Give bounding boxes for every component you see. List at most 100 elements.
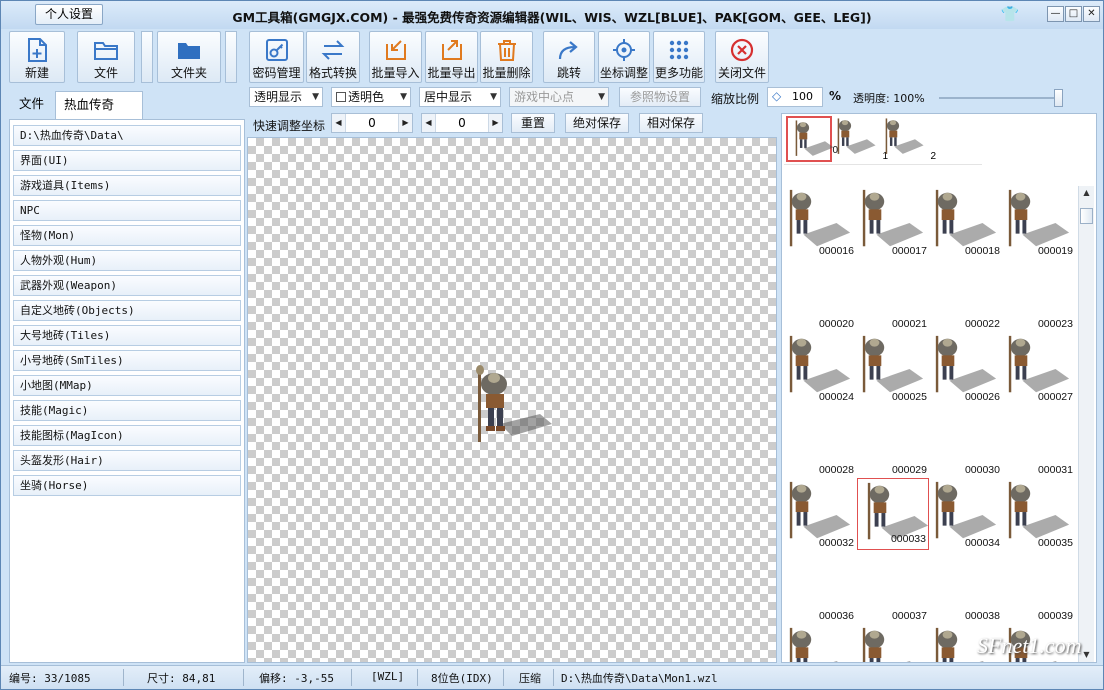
chevron-down-icon: ▼ — [598, 92, 605, 102]
frame-cell[interactable]: 000031 — [1003, 405, 1075, 477]
x-stepper[interactable]: ◀ 0 ▶ — [331, 113, 413, 133]
list-item[interactable]: 大号地砖(Tiles) — [13, 325, 241, 346]
status-divider — [553, 669, 554, 686]
preview-canvas[interactable] — [247, 137, 777, 663]
center-mode-select[interactable]: 居中显示 ▼ — [419, 87, 501, 107]
vertical-scrollbar[interactable]: ▲ ▼ — [1078, 186, 1094, 662]
list-item[interactable]: 头盔发形(Hair) — [13, 450, 241, 471]
category-list: D:\热血传奇\Data\ 界面(UI) 游戏道具(Items) NPC 怪物(… — [9, 119, 245, 663]
jump-label: 跳转 — [556, 66, 581, 80]
frame-cell[interactable]: 000028 — [784, 405, 856, 477]
reset-button[interactable]: 重置 — [511, 113, 555, 133]
list-item[interactable]: 技能(Magic) — [13, 400, 241, 421]
frame-cell[interactable]: 000039 — [1003, 551, 1075, 623]
frame-cell[interactable]: 000027 — [1003, 332, 1075, 404]
batch-export-button[interactable]: 批量导出 — [425, 31, 478, 83]
list-item[interactable]: 游戏道具(Items) — [13, 175, 241, 196]
coord-adjust-bar: 快速调整坐标 ◀ 0 ▶ ◀ 0 ▶ 重置 绝对保存 相对保存 — [247, 113, 777, 137]
toolbar-grip — [141, 31, 153, 83]
file-button[interactable]: 文件 — [77, 31, 135, 83]
slider-thumb[interactable] — [1054, 89, 1063, 107]
transparent-color-select[interactable]: 透明色 ▼ — [331, 87, 411, 107]
frame-cell[interactable]: 000026 — [930, 332, 1002, 404]
frame-cell[interactable]: 000016 — [784, 186, 856, 258]
frame-cell[interactable]: 000020 — [784, 259, 856, 331]
trash-icon — [481, 36, 532, 64]
absolute-save-button[interactable]: 绝对保存 — [565, 113, 629, 133]
y-stepper[interactable]: ◀ 0 ▶ — [421, 113, 503, 133]
batch-import-button[interactable]: 批量导入 — [369, 31, 422, 83]
frame-cell[interactable]: 000030 — [930, 405, 1002, 477]
list-item[interactable]: 界面(UI) — [13, 150, 241, 171]
list-item[interactable]: 小号地砖(SmTiles) — [13, 350, 241, 371]
batch-delete-button[interactable]: 批量删除 — [480, 31, 533, 83]
frame-cell[interactable]: 000034 — [930, 478, 1002, 550]
increment-icon[interactable]: ▶ — [488, 114, 502, 132]
list-item[interactable]: 坐骑(Horse) — [13, 475, 241, 496]
list-item[interactable]: 怪物(Mon) — [13, 225, 241, 246]
monster-thumbnail-icon — [885, 118, 924, 154]
frame-cell[interactable]: 000018 — [930, 186, 1002, 258]
more-functions-button[interactable]: 更多功能 — [653, 31, 705, 83]
strip-thumbnail[interactable]: 2 — [882, 116, 936, 162]
frame-cell[interactable] — [784, 624, 856, 662]
decrement-icon[interactable]: ◀ — [422, 114, 436, 132]
zoom-unit: % — [829, 89, 842, 103]
decrement-icon[interactable]: ◀ — [332, 114, 346, 132]
zoom-input[interactable]: ◇ 100 — [767, 87, 823, 107]
tab-file[interactable]: 文件 — [11, 91, 55, 119]
maximize-button[interactable]: □ — [1065, 6, 1082, 22]
frame-cell[interactable]: 000029 — [857, 405, 929, 477]
frame-cell[interactable]: 000033 — [857, 478, 929, 550]
tab-game[interactable]: 热血传奇 ✕ — [55, 91, 143, 139]
strip-thumbnail[interactable]: 1 — [834, 116, 888, 162]
reference-settings-button[interactable]: 参照物设置 — [619, 87, 701, 107]
list-item[interactable]: 自定义地砖(Objects) — [13, 300, 241, 321]
convert-button[interactable]: 格式转换 — [306, 31, 360, 83]
close-window-button[interactable]: ✕ — [1083, 6, 1100, 22]
frame-cell[interactable]: 000024 — [784, 332, 856, 404]
frame-cell[interactable]: 000032 — [784, 478, 856, 550]
coord-adjust-button[interactable]: 坐标调整 — [598, 31, 650, 83]
new-button[interactable]: 新建 — [9, 31, 65, 83]
minimize-button[interactable]: — — [1047, 6, 1064, 22]
new-file-icon — [10, 36, 64, 64]
opacity-slider[interactable] — [939, 89, 1063, 107]
frame-cell[interactable]: 000025 — [857, 332, 929, 404]
frame-cell[interactable]: 000035 — [1003, 478, 1075, 550]
list-item[interactable]: 技能图标(MagIcon) — [13, 425, 241, 446]
list-item[interactable]: 小地图(MMap) — [13, 375, 241, 396]
folder-button[interactable]: 文件夹 — [157, 31, 221, 83]
import-icon — [370, 36, 421, 64]
frame-cell[interactable]: 000023 — [1003, 259, 1075, 331]
monster-thumbnail-icon — [837, 118, 876, 154]
y-value: 0 — [458, 116, 466, 130]
scroll-thumb[interactable] — [1080, 208, 1093, 224]
increment-icon[interactable]: ▶ — [398, 114, 412, 132]
watermark-logo: SFnet1.com — [977, 633, 1082, 658]
strip-thumbnail[interactable]: 0 — [786, 116, 838, 162]
frame-cell[interactable]: 000017 — [857, 186, 929, 258]
shirt-icon[interactable]: 👕 — [999, 5, 1021, 25]
frame-cell[interactable]: 000038 — [930, 551, 1002, 623]
frame-cell[interactable] — [857, 624, 929, 662]
frame-cell[interactable]: 000019 — [1003, 186, 1075, 258]
frame-cell[interactable]: 000036 — [784, 551, 856, 623]
close-file-button[interactable]: 关闭文件 — [715, 31, 769, 83]
jump-button[interactable]: 跳转 — [543, 31, 595, 83]
personal-settings-button[interactable]: 个人设置 — [35, 4, 103, 25]
relative-save-button[interactable]: 相对保存 — [639, 113, 703, 133]
frame-id: 000019 — [1037, 245, 1073, 257]
scroll-up-icon[interactable]: ▲ — [1079, 186, 1094, 200]
password-button[interactable]: 密码管理 — [249, 31, 304, 83]
game-center-select[interactable]: 游戏中心点 ▼ — [509, 87, 609, 107]
display-mode-select[interactable]: 透明显示 ▼ — [249, 87, 323, 107]
list-item[interactable]: 人物外观(Hum) — [13, 250, 241, 271]
list-item[interactable]: 武器外观(Weapon) — [13, 275, 241, 296]
frame-cell[interactable]: 000022 — [930, 259, 1002, 331]
list-item[interactable]: D:\热血传奇\Data\ — [13, 125, 241, 146]
zoom-label: 缩放比例 — [711, 92, 760, 106]
list-item[interactable]: NPC — [13, 200, 241, 221]
frame-cell[interactable]: 000021 — [857, 259, 929, 331]
frame-cell[interactable]: 000037 — [857, 551, 929, 623]
